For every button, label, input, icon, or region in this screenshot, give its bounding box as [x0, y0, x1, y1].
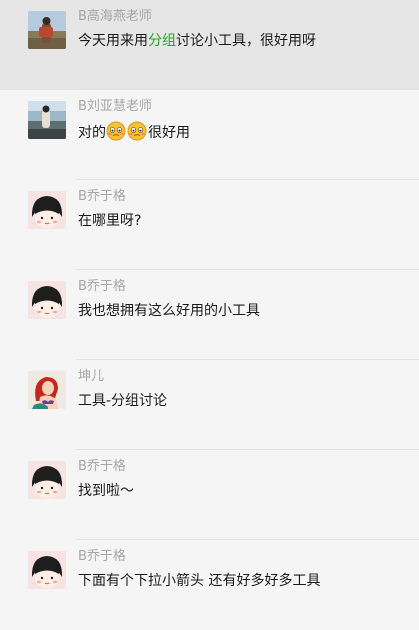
cartoon-girl-avatar	[28, 461, 66, 499]
message-text-part: 讨论小工具，很好用呀	[176, 33, 316, 49]
cartoon-girl-avatar	[28, 551, 66, 589]
embarrassed-emoji-icon	[127, 121, 147, 141]
sender-name: B乔于格	[78, 189, 126, 204]
message-text: 我也想拥有这么好用的小工具	[78, 303, 260, 319]
message-text-part: 今天用来用	[78, 33, 148, 49]
message-text: 下面有个下拉小箭头 还有好多好多工具	[78, 573, 321, 589]
avatar[interactable]	[28, 11, 66, 49]
message-item[interactable]: B乔于格 找到啦～	[0, 450, 419, 540]
avatar[interactable]	[28, 191, 66, 229]
sender-name: B刘亚慧老师	[78, 99, 152, 114]
mermaid-avatar	[28, 371, 66, 409]
message-list: B高海燕老师 今天用来用分组讨论小工具，很好用呀 B刘亚慧老师 对的 很好用 B…	[0, 0, 419, 600]
sender-name: B高海燕老师	[78, 9, 152, 24]
sender-name: B乔于格	[78, 459, 126, 474]
avatar[interactable]	[28, 551, 66, 589]
landscape-photo-avatar	[28, 11, 66, 49]
cartoon-girl-avatar	[28, 281, 66, 319]
avatar[interactable]	[28, 461, 66, 499]
cartoon-girl-avatar	[28, 191, 66, 229]
sender-name: 坤儿	[78, 369, 105, 384]
message-item[interactable]: B乔于格 下面有个下拉小箭头 还有好多好多工具	[0, 540, 419, 630]
sender-name: B乔于格	[78, 279, 126, 294]
seaside-photo-avatar	[28, 101, 66, 139]
message-text: 对的 很好用	[78, 121, 190, 143]
message-item[interactable]: B高海燕老师 今天用来用分组讨论小工具，很好用呀	[0, 0, 419, 90]
avatar[interactable]	[28, 281, 66, 319]
message-item[interactable]: 坤儿 工具-分组讨论	[0, 360, 419, 450]
message-text: 工具-分组讨论	[78, 393, 168, 409]
message-item[interactable]: B乔于格 我也想拥有这么好用的小工具	[0, 270, 419, 360]
message-text-part: 对的	[78, 125, 106, 141]
highlight-keyword: 分组	[148, 33, 176, 49]
message-item[interactable]: B乔于格 在哪里呀?	[0, 180, 419, 270]
embarrassed-emoji-icon	[106, 121, 126, 141]
message-item[interactable]: B刘亚慧老师 对的 很好用	[0, 90, 419, 180]
message-text: 在哪里呀?	[78, 213, 142, 229]
message-text: 找到啦～	[78, 483, 134, 499]
avatar[interactable]	[28, 101, 66, 139]
message-text: 今天用来用分组讨论小工具，很好用呀	[78, 31, 316, 51]
sender-name: B乔于格	[78, 549, 126, 564]
message-text-part: 很好用	[148, 125, 190, 141]
avatar[interactable]	[28, 371, 66, 409]
